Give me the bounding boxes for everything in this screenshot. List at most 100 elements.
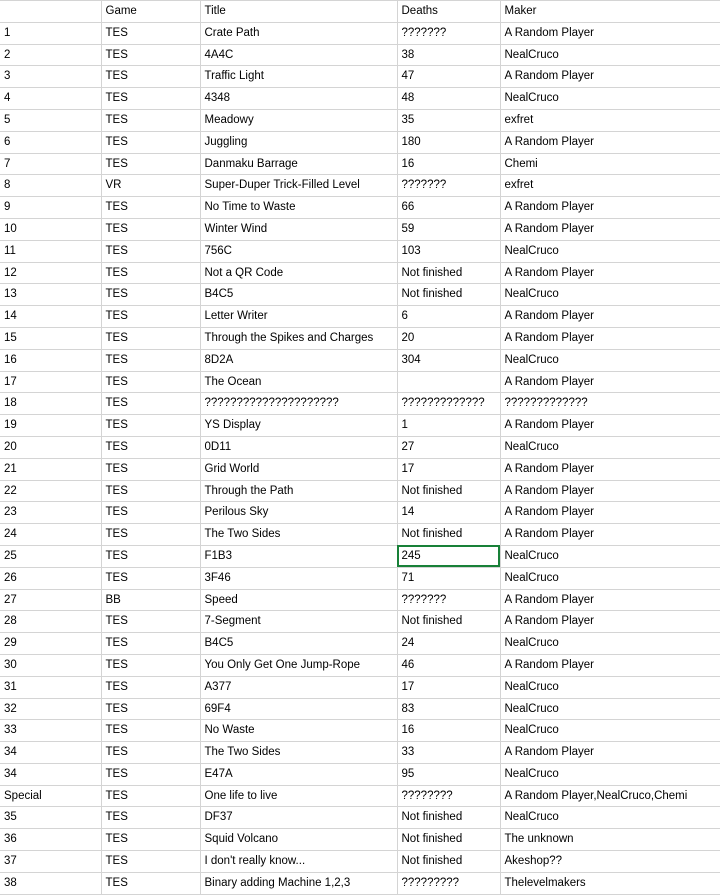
cell-title[interactable]: Perilous Sky xyxy=(200,501,398,525)
cell-maker[interactable]: NealCruco xyxy=(500,545,720,568)
selected-cell[interactable]: 245 xyxy=(397,545,501,568)
table-row[interactable]: 38 TES Binary adding Machine 1,2,3????????… xyxy=(0,872,720,895)
table-row[interactable]: 30 TES You Only Get One Jump-Rope 46 A Rando… xyxy=(0,654,720,677)
cell-game[interactable]: TES xyxy=(101,610,201,634)
cell-title[interactable]: You Only Get One Jump-Rope xyxy=(200,654,398,677)
column-header-game[interactable]: Game xyxy=(101,0,201,23)
cell-deaths[interactable]: 35 xyxy=(397,109,501,132)
cell-maker[interactable]: exfret xyxy=(500,174,720,198)
cell-title[interactable]: YS Display xyxy=(200,414,398,437)
cell-game[interactable]: TES xyxy=(101,218,201,241)
cell-maker[interactable]: NealCruco xyxy=(500,567,720,590)
cell-game[interactable]: TES xyxy=(101,371,201,394)
cell-game[interactable]: TES xyxy=(101,763,201,786)
cell-game[interactable]: TES xyxy=(101,109,201,132)
cell-game[interactable]: TES xyxy=(101,741,201,764)
cell-title[interactable]: Binary adding Machine 1,2,3 xyxy=(200,872,398,895)
cell-deaths[interactable]: 46 xyxy=(397,654,501,677)
cell-game[interactable]: TES xyxy=(101,719,201,743)
cell-game[interactable]: TES xyxy=(101,458,201,481)
cell-game[interactable]: TES xyxy=(101,872,201,895)
cell-index[interactable]: 27 xyxy=(0,589,102,612)
cell-game[interactable]: TES xyxy=(101,87,201,110)
cell-game[interactable]: TES xyxy=(101,22,201,45)
cell-game[interactable]: TES xyxy=(101,567,201,590)
cell-game[interactable]: VR xyxy=(101,174,201,198)
table-row[interactable]: 35 TES DF37 Not finished NealCruco xyxy=(0,806,720,830)
cell-title[interactable]: No Time to Waste xyxy=(200,196,398,219)
cell-maker[interactable]: A Random Player xyxy=(500,610,720,634)
cell-index[interactable]: 28 xyxy=(0,610,102,634)
cell-maker[interactable]: NealCruco xyxy=(500,436,720,459)
cell-title[interactable]: 756C xyxy=(200,240,398,263)
cell-index[interactable]: 31 xyxy=(0,676,102,699)
cell-maker[interactable]: NealCruco xyxy=(500,806,720,830)
cell-deaths[interactable]: 59 xyxy=(397,218,501,241)
cell-maker[interactable]: NealCruco xyxy=(500,676,720,699)
cell-index[interactable]: 32 xyxy=(0,698,102,721)
cell-maker[interactable]: NealCruco xyxy=(500,698,720,721)
table-row[interactable]: 21 TES Grid World 17 A Random Player xyxy=(0,458,720,481)
cell-title[interactable]: Squid Volcano xyxy=(200,828,398,852)
cell-index[interactable]: 13 xyxy=(0,283,102,307)
table-row[interactable]: 27 BB Speed??????? A Random Player xyxy=(0,589,720,612)
table-row[interactable]: 25 TES F1B3 245 NealCruco xyxy=(0,545,720,568)
cell-maker[interactable]: exfret xyxy=(500,109,720,132)
cell-game[interactable]: TES xyxy=(101,262,201,285)
cell-index[interactable]: 18 xyxy=(0,392,102,416)
cell-title[interactable]: 4348 xyxy=(200,87,398,110)
cell-title[interactable]: Crate Path xyxy=(200,22,398,45)
cell-deaths[interactable]: ????????????? xyxy=(397,392,501,416)
cell-maker[interactable]: A Random Player xyxy=(500,501,720,525)
cell-maker[interactable]: A Random Player xyxy=(500,523,720,546)
cell-deaths[interactable]: ???????? xyxy=(397,785,501,808)
cell-maker[interactable]: A Random Player xyxy=(500,458,720,481)
table-row[interactable]: 29 TES B4C5 24 NealCruco xyxy=(0,632,720,655)
cell-index[interactable]: 33 xyxy=(0,719,102,743)
cell-deaths[interactable]: 66 xyxy=(397,196,501,219)
table-row[interactable]: 34 TES E47A 95 NealCruco xyxy=(0,763,720,786)
cell-title[interactable]: Traffic Light xyxy=(200,65,398,89)
cell-index[interactable]: 20 xyxy=(0,436,102,459)
cell-game[interactable]: TES xyxy=(101,632,201,655)
cell-title[interactable]: B4C5 xyxy=(200,632,398,655)
cell-maker[interactable]: A Random Player xyxy=(500,218,720,241)
table-row[interactable]: 33 TES No Waste 16 NealCruco xyxy=(0,719,720,743)
cell-title[interactable]: The Two Sides xyxy=(200,741,398,764)
cell-maker[interactable]: NealCruco xyxy=(500,283,720,307)
table-row[interactable]: 4 TES 4348 48 NealCruco xyxy=(0,87,720,110)
cell-game[interactable]: TES xyxy=(101,676,201,699)
cell-index[interactable]: 19 xyxy=(0,414,102,437)
cell-deaths[interactable]: ????????? xyxy=(397,872,501,895)
cell-title[interactable]: Not a QR Code xyxy=(200,262,398,285)
table-row[interactable]: 7 TES Danmaku Barrage 16 Chemi xyxy=(0,153,720,176)
cell-deaths[interactable]: 304 xyxy=(397,349,501,372)
cell-game[interactable]: TES xyxy=(101,523,201,546)
table-row[interactable]: 31 TES A377 17 NealCruco xyxy=(0,676,720,699)
cell-deaths[interactable]: 47 xyxy=(397,65,501,89)
cell-game[interactable]: TES xyxy=(101,131,201,154)
cell-game[interactable]: TES xyxy=(101,392,201,416)
cell-maker[interactable]: NealCruco xyxy=(500,763,720,786)
cell-deaths[interactable]: 20 xyxy=(397,327,501,350)
cell-index[interactable]: 5 xyxy=(0,109,102,132)
cell-deaths[interactable]: 16 xyxy=(397,719,501,743)
cell-maker[interactable]: A Random Player xyxy=(500,131,720,154)
cell-game[interactable]: TES xyxy=(101,850,201,873)
table-row[interactable]: 34 TES The Two Sides 33 A Random Player xyxy=(0,741,720,764)
cell-maker[interactable]: A Random Player xyxy=(500,414,720,437)
table-row[interactable]: 23 TES Perilous Sky 14 A Random Player xyxy=(0,501,720,525)
cell-maker[interactable]: NealCruco xyxy=(500,87,720,110)
cell-deaths[interactable]: 48 xyxy=(397,87,501,110)
cell-title[interactable]: Through the Spikes and Charges xyxy=(200,327,398,350)
cell-deaths[interactable]: Not finished xyxy=(397,480,501,503)
cell-game[interactable]: TES xyxy=(101,153,201,176)
cell-maker[interactable]: NealCruco xyxy=(500,719,720,743)
cell-deaths[interactable]: Not finished xyxy=(397,806,501,830)
cell-maker[interactable]: NealCruco xyxy=(500,240,720,263)
cell-game[interactable]: TES xyxy=(101,654,201,677)
cell-title[interactable]: 8D2A xyxy=(200,349,398,372)
cell-title[interactable]: Danmaku Barrage xyxy=(200,153,398,176)
cell-title[interactable]: One life to live xyxy=(200,785,398,808)
table-row[interactable]: 13 TES B4C5 Not finished NealCruco xyxy=(0,283,720,307)
